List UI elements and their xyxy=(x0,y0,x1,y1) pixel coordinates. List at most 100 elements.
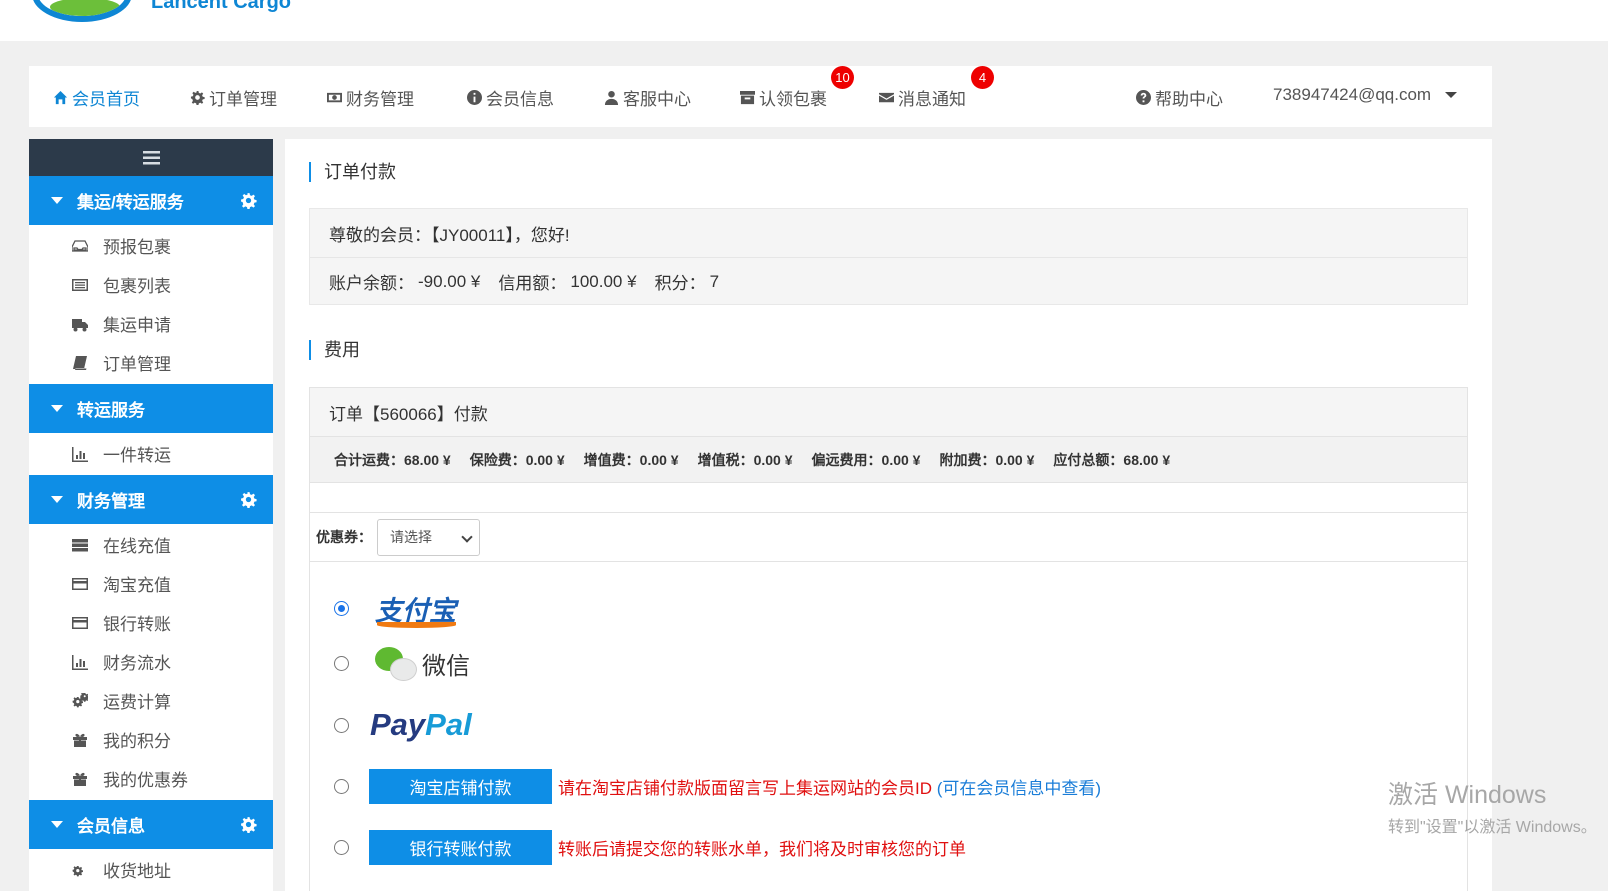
gear-icon[interactable] xyxy=(240,816,257,833)
payment-option-wechat[interactable]: 微信 xyxy=(334,645,470,681)
nav-label: 会员信息 xyxy=(486,90,554,109)
payment-option-bank[interactable]: 银行转账付款 转账后请提交您的转账水单，我们将及时审核您的订单 xyxy=(334,830,966,865)
sidebar-group-consolidation[interactable]: 集运/转运服务 xyxy=(29,176,273,225)
account-email: 738947424@qq.com xyxy=(1273,85,1432,104)
page-title: 订单付款 xyxy=(309,162,396,182)
nav-finance[interactable]: 财务管理 xyxy=(327,85,414,110)
account-summary-row: 账户余额： -90.00 ¥ 信用额： 100.00 ¥ 积分： 7 xyxy=(310,257,1467,305)
account-menu[interactable]: 738947424@qq.com xyxy=(1273,85,1458,105)
member-info-link[interactable]: (可在会员信息中查看) xyxy=(937,779,1101,798)
bar-chart-icon xyxy=(72,654,88,670)
sidebar-list: 预报包裹 包裹列表 集运申请 订单管理 xyxy=(29,225,273,384)
gear-icon xyxy=(190,90,205,105)
site-header: Lancent Cargo xyxy=(0,0,1608,41)
fee-total-payable: 应付总额：68.00 ¥ xyxy=(1053,451,1171,468)
sidebar-item-taobao-recharge[interactable]: 淘宝充值 xyxy=(29,564,273,603)
server-icon xyxy=(72,538,88,551)
nav-label: 客服中心 xyxy=(623,90,691,109)
gears-icon xyxy=(72,692,88,707)
payment-option-alipay[interactable]: 支付宝 xyxy=(334,589,456,628)
sidebar-item-label: 集运申请 xyxy=(103,316,171,335)
fee-total-shipping: 合计运费：68.00 ¥ xyxy=(334,451,451,468)
sidebar-item-one-piece-transfer[interactable]: 一件转运 xyxy=(29,434,273,473)
hamburger-icon xyxy=(142,150,160,164)
sidebar-item-forecast-package[interactable]: 预报包裹 xyxy=(29,226,273,265)
alipay-logo: 支付宝 xyxy=(375,589,456,628)
gift-icon xyxy=(73,772,87,786)
sidebar-group-transfer[interactable]: 转运服务 xyxy=(29,384,273,433)
gears-icon xyxy=(72,865,83,876)
sidebar-group-member-info[interactable]: 会员信息 xyxy=(29,800,273,849)
caret-down-icon xyxy=(51,197,63,204)
radio-taobao[interactable] xyxy=(334,779,349,794)
taobao-pay-button[interactable]: 淘宝店铺付款 xyxy=(369,769,552,804)
bank-pay-button[interactable]: 银行转账付款 xyxy=(369,830,552,865)
sidebar-item-label: 预报包裹 xyxy=(103,238,171,257)
sidebar-item-finance-flow[interactable]: 财务流水 xyxy=(29,642,273,681)
nav-label: 订单管理 xyxy=(209,90,277,109)
nav-member-info[interactable]: 会员信息 xyxy=(467,85,554,110)
radio-bank[interactable] xyxy=(334,840,349,855)
balance-value: -90.00 ¥ xyxy=(418,271,481,291)
sidebar-item-shipping-calculator[interactable]: 运费计算 xyxy=(29,681,273,720)
credit-card-icon xyxy=(72,577,88,590)
taobao-note: 请在淘宝店铺付款版面留言写上集运网站的会员ID (可在会员信息中查看) xyxy=(558,779,1102,798)
gift-icon xyxy=(73,733,87,747)
brand-name[interactable]: Lancent Cargo xyxy=(151,0,291,14)
sidebar-item-label: 运费计算 xyxy=(103,693,171,712)
sidebar-item-bank-transfer[interactable]: 银行转账 xyxy=(29,603,273,642)
inbox-icon xyxy=(72,239,88,252)
caret-down-icon xyxy=(51,496,63,503)
sidebar-item-my-coupons[interactable]: 我的优惠券 xyxy=(29,759,273,798)
notification-badge: 4 xyxy=(971,66,994,89)
paypal-logo: PayPal xyxy=(370,707,472,742)
nav-help-center[interactable]: 帮助中心 xyxy=(1136,85,1223,110)
radio-alipay[interactable] xyxy=(334,601,349,616)
fee-value-added: 增值费：0.00 ¥ xyxy=(583,451,679,468)
payment-option-taobao[interactable]: 淘宝店铺付款 请在淘宝店铺付款版面留言写上集运网站的会员ID (可在会员信息中查… xyxy=(334,769,1101,804)
sidebar-item-label: 我的积分 xyxy=(103,732,171,751)
sidebar-item-my-points[interactable]: 我的积分 xyxy=(29,720,273,759)
sidebar-item-label: 财务流水 xyxy=(103,654,171,673)
logo-icon[interactable] xyxy=(32,0,132,22)
archive-icon xyxy=(740,90,755,105)
sidebar-item-shipping-address[interactable]: 收货地址 xyxy=(29,850,273,889)
coupon-label: 优惠券： xyxy=(316,529,372,545)
sidebar-item-label: 订单管理 xyxy=(103,355,171,374)
windows-activation-watermark: 激活 Windows 转到"设置"以激活 Windows。 xyxy=(1388,775,1597,837)
fee-surcharge: 附加费：0.00 ¥ xyxy=(939,451,1035,468)
nav-label: 财务管理 xyxy=(346,90,414,109)
sidebar-item-label: 淘宝充值 xyxy=(103,576,171,595)
payment-option-paypal[interactable]: PayPal xyxy=(334,707,472,743)
nav-messages[interactable]: 消息通知 4 xyxy=(879,66,994,110)
info-icon xyxy=(467,90,482,105)
sidebar-item-order-management[interactable]: 订单管理 xyxy=(29,343,273,382)
sidebar-item-label: 银行转账 xyxy=(103,615,171,634)
sidebar-toggle[interactable] xyxy=(29,139,273,176)
radio-wechat[interactable] xyxy=(334,655,349,671)
gear-icon[interactable] xyxy=(240,491,257,508)
home-icon xyxy=(53,90,68,105)
radio-paypal[interactable] xyxy=(334,717,349,733)
nav-order-management[interactable]: 订单管理 xyxy=(190,85,277,110)
credit-value: 100.00 ¥ xyxy=(570,271,637,291)
sidebar-group-finance[interactable]: 财务管理 xyxy=(29,475,273,524)
credit-card-icon xyxy=(72,616,88,629)
nav-claim-package[interactable]: 认领包裹 10 xyxy=(740,66,854,110)
points-value: 7 xyxy=(709,271,720,291)
sidebar-item-online-recharge[interactable]: 在线充值 xyxy=(29,525,273,564)
coupon-select[interactable]: 请选择 xyxy=(377,518,480,556)
wechat-logo: 微信 xyxy=(375,645,470,681)
sidebar-item-consolidation-request[interactable]: 集运申请 xyxy=(29,304,273,343)
money-icon xyxy=(327,92,342,103)
spacer-row xyxy=(310,483,1467,513)
sidebar-item-label: 包裹列表 xyxy=(103,277,171,296)
caret-down-icon xyxy=(51,405,63,412)
wechat-icon xyxy=(375,645,417,681)
nav-member-home[interactable]: 会员首页 xyxy=(53,85,140,110)
gear-icon[interactable] xyxy=(240,192,257,209)
nav-customer-service[interactable]: 客服中心 xyxy=(604,85,691,110)
greeting-text: 尊敬的会员：【JY00011】，您好! xyxy=(329,225,570,245)
book-icon xyxy=(73,355,87,370)
sidebar-item-package-list[interactable]: 包裹列表 xyxy=(29,265,273,304)
